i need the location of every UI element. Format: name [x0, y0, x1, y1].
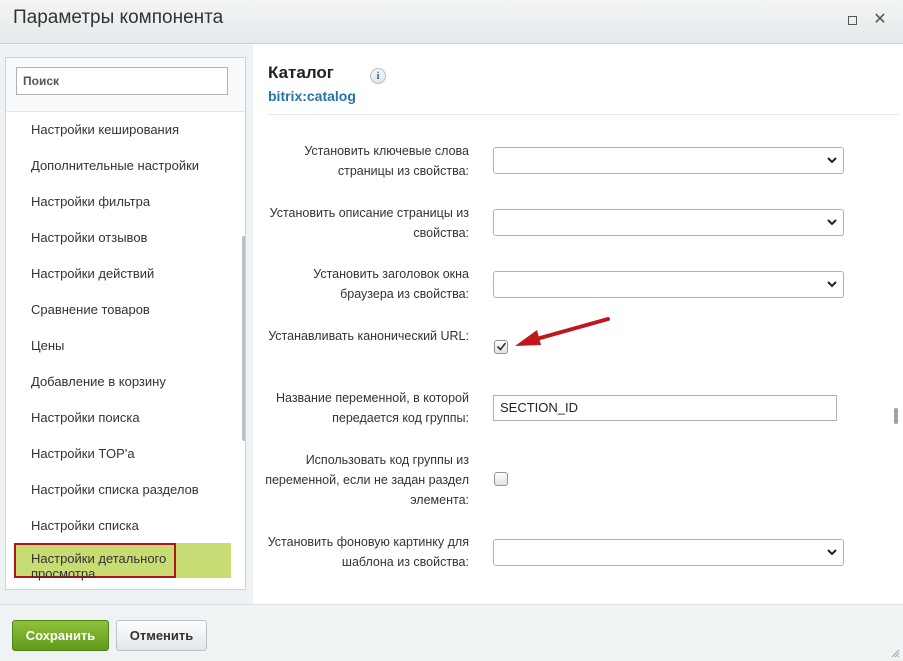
component-title: Каталог — [268, 63, 334, 82]
component-code: bitrix:catalog — [268, 88, 356, 104]
chevron-down-icon — [827, 219, 837, 226]
sidebar-item-compare[interactable]: Сравнение товаров — [6, 292, 239, 328]
settings-panel: Каталог i bitrix:catalog Установить ключ… — [253, 44, 903, 604]
sidebar-item-prices[interactable]: Цены — [6, 328, 239, 364]
content-scrollbar[interactable] — [894, 408, 898, 424]
search-input[interactable] — [16, 67, 228, 95]
sidebar-item-additional[interactable]: Дополнительные настройки — [6, 148, 239, 184]
dialog-body: Настройки кеширования Дополнительные нас… — [0, 44, 903, 604]
sidebar-item-list[interactable]: Настройки списка — [6, 508, 239, 544]
dialog-footer: Сохранить Отменить — [0, 604, 903, 661]
sidebar: Настройки кеширования Дополнительные нас… — [5, 57, 246, 590]
search-area — [6, 58, 245, 112]
keywords-label: Установить ключевые слова страницы из св… — [304, 144, 469, 178]
sidebar-item-search[interactable]: Настройки поиска — [6, 400, 239, 436]
background-select[interactable] — [493, 539, 844, 566]
section-var-input[interactable]: SECTION_ID — [493, 395, 837, 421]
sidebar-item-filter[interactable]: Настройки фильтра — [6, 184, 239, 220]
keywords-select[interactable] — [493, 147, 844, 174]
divider — [267, 114, 899, 115]
sidebar-item-section-list[interactable]: Настройки списка разделов — [6, 472, 239, 508]
sidebar-item-reviews[interactable]: Настройки отзывов — [6, 220, 239, 256]
description-select[interactable] — [493, 209, 844, 236]
background-label: Установить фоновую картинку для шаблона … — [267, 535, 469, 569]
canonical-checkbox[interactable] — [494, 340, 508, 354]
section-var-label: Название переменной, в которой передаетс… — [275, 391, 469, 425]
chevron-down-icon — [827, 549, 837, 556]
chevron-down-icon — [827, 281, 837, 288]
cancel-button[interactable]: Отменить — [116, 620, 207, 651]
info-icon[interactable]: i — [370, 68, 386, 84]
maximize-icon[interactable] — [842, 10, 862, 30]
browser-title-select[interactable] — [493, 271, 844, 298]
resize-grip-icon[interactable] — [890, 648, 900, 658]
dialog-titlebar: Параметры компонента ✕ — [0, 0, 903, 44]
sidebar-item-detail[interactable]: Настройки детального просмотра — [14, 543, 176, 581]
browser-title-label: Установить заголовок окна браузера из св… — [313, 267, 469, 301]
save-button[interactable]: Сохранить — [12, 620, 109, 651]
sidebar-scrollbar[interactable] — [242, 236, 245, 441]
canonical-label: Устанавливать канонический URL: — [268, 329, 469, 343]
close-icon[interactable]: ✕ — [870, 10, 890, 30]
checkmark-icon — [496, 342, 507, 351]
sidebar-item-basket[interactable]: Добавление в корзину — [6, 364, 239, 400]
annotation-arrow-icon — [515, 317, 610, 346]
use-section-code-checkbox[interactable] — [494, 472, 508, 486]
sidebar-item-top[interactable]: Настройки TOP'a — [6, 436, 239, 472]
chevron-down-icon — [827, 157, 837, 164]
sidebar-item-actions[interactable]: Настройки действий — [6, 256, 239, 292]
sidebar-item-cache[interactable]: Настройки кеширования — [6, 112, 239, 148]
active-item-background — [176, 543, 231, 578]
dialog-title: Параметры компонента — [13, 7, 224, 28]
use-section-code-label: Использовать код группы из переменной, е… — [265, 453, 469, 507]
description-label: Установить описание страницы из свойства… — [269, 206, 469, 240]
